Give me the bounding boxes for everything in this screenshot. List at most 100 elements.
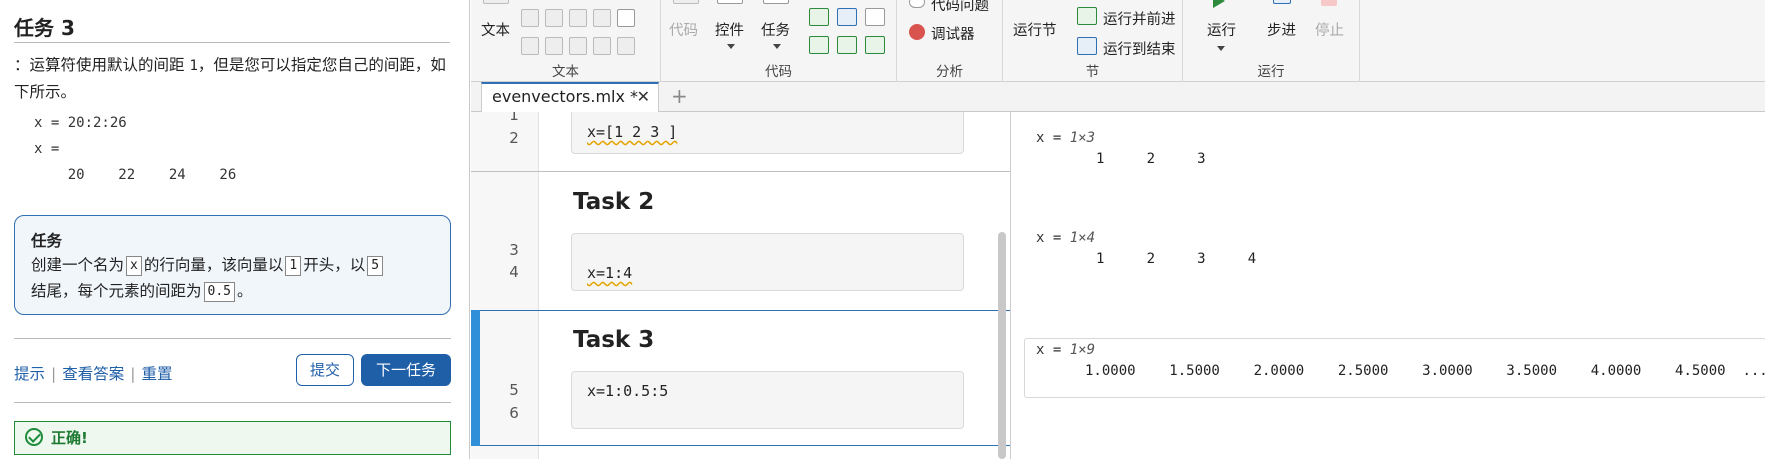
submit-button[interactable]: 提交 <box>296 354 354 386</box>
output-size: 1×4 <box>1069 230 1096 246</box>
divider <box>14 338 451 339</box>
decrease-indent-icon[interactable] <box>865 36 885 54</box>
title-divider <box>14 42 450 43</box>
code-line[interactable]: x=1:4 <box>587 264 632 282</box>
help-links: 提示 | 查看答案 | 重置 <box>14 362 173 384</box>
stop-button[interactable]: 停止 <box>1315 19 1344 40</box>
code-line[interactable]: x=[1 2 3 ] <box>587 123 677 141</box>
debugger-icon <box>909 24 925 40</box>
task-heading[interactable]: Task 3 <box>573 327 654 353</box>
code-chip-x: x <box>126 256 142 276</box>
task-icon <box>763 0 789 4</box>
line-number: 5 <box>509 381 519 399</box>
description-lead: ：运算符使用默认的间距 <box>14 56 190 74</box>
task-description: ：运算符使用默认的间距 1，但是您可以指定您自己的间距，如下所示。 <box>14 52 454 105</box>
code-issues-button[interactable]: 代码问题 <box>931 0 989 15</box>
output-header: x = 1×4 <box>1036 230 1095 246</box>
correct-label: 正确! <box>51 429 88 447</box>
analysis-section: 代码问题 调试器 分析 <box>897 0 1003 82</box>
run-section-button[interactable]: 运行节 <box>1013 19 1057 40</box>
text-section: 文本 文本 <box>471 0 661 82</box>
chevron-down-icon[interactable] <box>773 44 781 49</box>
run-section-label: 运行 <box>1257 64 1285 80</box>
code-section: 代码 控件 任务 代码 <box>661 0 897 82</box>
next-task-button[interactable]: 下一任务 <box>361 354 451 386</box>
output-values: 1 2 3 <box>1096 151 1206 167</box>
line-number: 1 <box>509 112 519 124</box>
text-section-label: 文本 <box>552 64 579 80</box>
task-text: 创建一个名为 <box>31 256 125 274</box>
close-icon[interactable]: ✕ <box>637 84 650 110</box>
uncomment-icon[interactable] <box>837 8 857 26</box>
code-chip-step: 0.5 <box>203 282 235 302</box>
monospace-icon[interactable] <box>593 9 611 27</box>
link-separator: | <box>130 365 136 383</box>
underline-icon[interactable] <box>569 9 587 27</box>
run-advance-icon <box>1077 7 1097 25</box>
live-editor[interactable]: 1 2 x=[1 2 3 ] Task 2 3 4 x=1:4 Task 3 5… <box>471 112 1010 459</box>
output-var: x = <box>1036 230 1070 246</box>
run-to-end-button[interactable]: 运行到结束 <box>1103 38 1176 59</box>
align-left-icon[interactable] <box>569 37 587 55</box>
code-block[interactable]: x=[1 2 3 ] <box>571 112 964 154</box>
output-pane: x = 1×3 1 2 3 x = 1×4 1 2 3 4 x = 1×9 1.… <box>1010 112 1765 459</box>
wrap-comments-icon[interactable] <box>865 8 885 26</box>
control-button[interactable]: 控件 <box>715 19 744 40</box>
section-section-label: 节 <box>1085 64 1100 80</box>
indent-icon[interactable] <box>809 36 829 54</box>
line-number: 4 <box>509 263 519 281</box>
correct-banner: 正确! <box>14 421 451 455</box>
chevron-down-icon[interactable] <box>1217 46 1225 51</box>
task-box: 任务 创建一个名为 x 的行向量，该向量以 1 开头，以 5 结尾，每个元素的间距为 0.5。 <box>14 215 451 315</box>
align-right-icon[interactable] <box>617 37 635 55</box>
divider <box>14 402 451 403</box>
task-heading[interactable]: Task 2 <box>573 189 654 215</box>
code-icon <box>673 0 699 4</box>
hint-link[interactable]: 提示 <box>14 365 45 383</box>
line-number: 6 <box>509 404 519 422</box>
code-block[interactable]: x=1:0.5:5 <box>571 371 964 429</box>
example-line: x = 20:2:26 <box>34 115 127 131</box>
editor-scrollbar[interactable] <box>998 232 1006 459</box>
editor-tabbar: evenvectors.mlx * ✕ + <box>471 82 1765 112</box>
step-button[interactable]: 步进 <box>1267 19 1296 40</box>
task-text: 的行向量，该向量以 <box>143 256 284 274</box>
output-values: 1 2 3 4 <box>1096 251 1257 267</box>
code-chip-start: 1 <box>285 256 302 276</box>
run-to-end-icon <box>1077 37 1097 55</box>
section-break <box>471 171 1010 172</box>
code-block[interactable]: x=1:4 <box>571 233 964 291</box>
run-play-icon <box>1213 0 1225 8</box>
line-number: 2 <box>509 129 519 147</box>
example-line: 20 22 24 26 <box>34 167 237 183</box>
task-button[interactable]: 任务 <box>761 19 790 40</box>
example-code: x = 20:2:26 x = 20 22 24 26 <box>34 110 236 188</box>
comment-icon[interactable] <box>809 8 829 26</box>
document-tab[interactable]: evenvectors.mlx * ✕ <box>481 82 659 112</box>
stop-icon <box>1321 0 1337 6</box>
run-advance-button[interactable]: 运行并前进 <box>1103 8 1176 29</box>
style-gear-icon[interactable] <box>617 9 635 27</box>
align-center-icon[interactable] <box>593 37 611 55</box>
increase-indent-icon[interactable] <box>837 36 857 54</box>
italic-icon[interactable] <box>545 9 563 27</box>
code-button[interactable]: 代码 <box>669 19 698 40</box>
add-tab-icon[interactable]: + <box>671 84 688 108</box>
view-answer-link[interactable]: 查看答案 <box>62 365 124 383</box>
run-button[interactable]: 运行 <box>1207 19 1236 40</box>
bold-icon[interactable] <box>521 9 539 27</box>
task-box-body: 创建一个名为 x 的行向量，该向量以 1 开头，以 5 结尾，每个元素的间距为 0.5。 <box>31 252 434 304</box>
code-line[interactable]: x=1:0.5:5 <box>587 382 668 400</box>
text-button[interactable]: 文本 <box>481 19 510 40</box>
output-var: x = <box>1036 342 1070 358</box>
reset-link[interactable]: 重置 <box>142 365 173 383</box>
output-header: x = 1×9 <box>1036 342 1095 358</box>
numbered-list-icon[interactable] <box>545 37 563 55</box>
toolstrip: 文本 文本 代码 控件 任务 代码 代码问题 调试器 分析 运行节 运行并前进 … <box>471 0 1765 82</box>
chevron-down-icon[interactable] <box>727 44 735 49</box>
output-size: 1×9 <box>1069 342 1096 358</box>
bullet-list-icon[interactable] <box>521 37 539 55</box>
code-issues-icon <box>909 0 925 8</box>
code-section-label: 代码 <box>765 64 792 80</box>
debugger-button[interactable]: 调试器 <box>931 23 975 44</box>
